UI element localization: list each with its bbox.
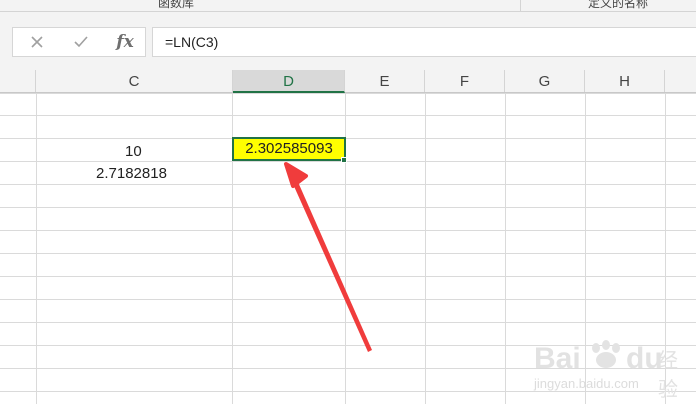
- row-line: [0, 93, 696, 94]
- row-line: [0, 138, 696, 139]
- column-header-h[interactable]: H: [585, 70, 665, 92]
- row-line: [0, 230, 696, 231]
- watermark-url: jingyan.baidu.com: [534, 376, 639, 391]
- column-line: [36, 93, 37, 404]
- cancel-button[interactable]: [19, 28, 55, 56]
- fill-handle[interactable]: [341, 157, 347, 163]
- column-header-c[interactable]: C: [36, 70, 233, 92]
- cell-c4[interactable]: 2.7182818: [96, 165, 167, 182]
- formula-input[interactable]: =LN(C3): [152, 27, 696, 57]
- row-line: [0, 184, 696, 185]
- insert-function-button[interactable]: fx: [107, 28, 143, 56]
- cell-d3-selected[interactable]: 2.302585093: [232, 137, 346, 161]
- column-headers: C D E F G H: [0, 70, 696, 93]
- ribbon: 函数库 定义的名称: [0, 0, 696, 12]
- formula-bar: fx =LN(C3): [0, 12, 696, 70]
- column-header-g[interactable]: G: [505, 70, 585, 92]
- row-line: [0, 207, 696, 208]
- column-header-b[interactable]: [0, 70, 36, 92]
- column-header-e[interactable]: E: [345, 70, 425, 92]
- row-line: [0, 322, 696, 323]
- formula-buttons: fx: [12, 27, 146, 57]
- row-line: [0, 276, 696, 277]
- cell-c3[interactable]: 10: [125, 143, 142, 160]
- row-line: [0, 253, 696, 254]
- baidu-watermark: Bai du 经验 jingyan.baidu.com: [530, 336, 690, 401]
- column-line: [425, 93, 426, 404]
- row-line: [0, 299, 696, 300]
- column-line: [505, 93, 506, 404]
- watermark-brand: Bai: [534, 342, 581, 375]
- ribbon-group-function-library: 函数库: [158, 0, 195, 10]
- column-header-f[interactable]: F: [425, 70, 505, 92]
- ribbon-separator: [520, 0, 521, 11]
- ribbon-group-defined-names: 定义的名称: [588, 0, 649, 10]
- close-icon: [31, 36, 43, 48]
- row-line: [0, 115, 696, 116]
- row-line: [0, 161, 696, 162]
- enter-button[interactable]: [63, 28, 99, 56]
- check-icon: [74, 36, 88, 48]
- column-header-d[interactable]: D: [233, 70, 345, 93]
- watermark-brand-cn: 经验: [658, 350, 678, 401]
